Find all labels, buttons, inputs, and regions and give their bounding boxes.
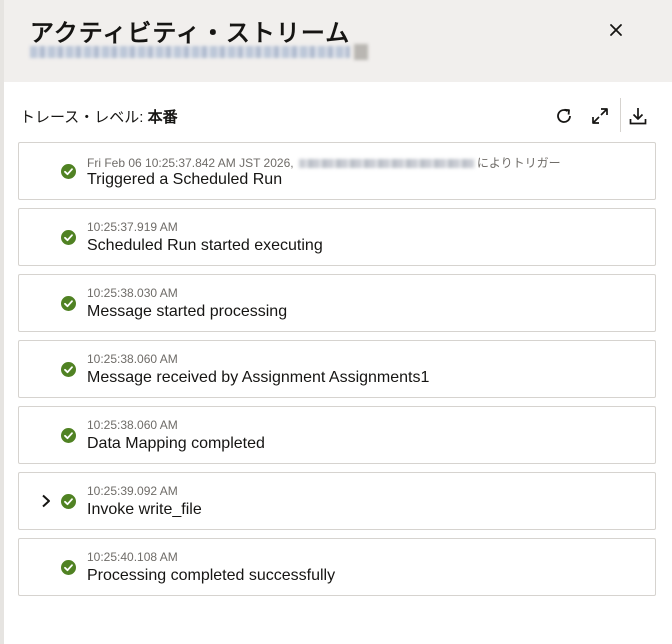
success-check-icon xyxy=(61,164,76,179)
activity-message: Message started processing xyxy=(87,303,288,320)
trace-level-value: 本番 xyxy=(147,109,178,126)
refresh-button[interactable] xyxy=(550,102,578,130)
activity-item: Fri Feb 06 10:25:37.842 AM JST 2026, により… xyxy=(18,142,656,200)
timestamp-text: 10:25:38.060 AM xyxy=(87,352,178,366)
trace-level-label: トレース・レベル: xyxy=(20,109,148,126)
download-icon xyxy=(629,108,647,125)
activity-timestamp: 10:25:39.092 AM xyxy=(87,484,178,498)
success-check-icon xyxy=(61,428,76,443)
expand-icon xyxy=(592,108,608,124)
timestamp-text: 10:25:38.060 AM xyxy=(87,418,178,432)
timestamp-text: 10:25:40.108 AM xyxy=(87,550,178,564)
success-check-icon xyxy=(61,362,76,377)
activity-timestamp: 10:25:38.030 AM xyxy=(87,286,178,300)
activity-item: 10:25:40.108 AM Processing completed succ… xyxy=(18,538,656,596)
activity-message: Message received by Assignment Assignmen… xyxy=(87,369,430,386)
timestamp-text: 10:25:37.919 AM xyxy=(87,220,178,234)
redacted-subtitle-icon xyxy=(354,44,368,60)
redacted-user xyxy=(298,159,475,169)
panel-header: アクティビティ・ストリーム xyxy=(4,0,672,82)
expand-chevron-button[interactable] xyxy=(39,493,53,509)
activity-message: Invoke write_file xyxy=(87,501,202,518)
activity-message: Triggered a Scheduled Run xyxy=(87,171,283,188)
close-icon xyxy=(610,24,622,36)
activity-item: 10:25:38.030 AM Message started processin… xyxy=(18,274,656,332)
chevron-right-icon xyxy=(42,494,50,508)
trace-level: トレース・レベル: 本番 xyxy=(20,106,178,127)
download-button[interactable] xyxy=(624,102,652,130)
success-check-icon xyxy=(61,230,76,245)
activity-message: Processing completed successfully xyxy=(87,567,336,584)
activity-timestamp: 10:25:38.060 AM xyxy=(87,418,178,432)
activity-timestamp: 10:25:38.060 AM xyxy=(87,352,178,366)
close-button[interactable] xyxy=(602,16,630,44)
activity-stream-panel: アクティビティ・ストリーム トレース・レベル: 本番 Fri Feb 06 10… xyxy=(4,0,672,644)
activity-message: Scheduled Run started executing xyxy=(87,237,323,254)
panel-title: アクティビティ・ストリーム xyxy=(30,20,351,47)
trigger-suffix: によりトリガー xyxy=(476,156,561,170)
timestamp-text: Fri Feb 06 10:25:37.842 AM JST 2026, xyxy=(87,156,297,170)
activity-item: 10:25:38.060 AM Data Mapping completed xyxy=(18,406,656,464)
activity-message: Data Mapping completed xyxy=(87,435,265,452)
timestamp-text: 10:25:39.092 AM xyxy=(87,484,178,498)
success-check-icon xyxy=(61,296,76,311)
redacted-subtitle xyxy=(30,46,350,58)
activity-item[interactable]: 10:25:39.092 AM Invoke write_file xyxy=(18,472,656,530)
activity-list: Fri Feb 06 10:25:37.842 AM JST 2026, により… xyxy=(18,142,656,604)
activity-timestamp: 10:25:40.108 AM xyxy=(87,550,178,564)
success-check-icon xyxy=(61,560,76,575)
activity-item: 10:25:38.060 AM Message received by Assig… xyxy=(18,340,656,398)
activity-timestamp: 10:25:37.919 AM xyxy=(87,220,178,234)
refresh-icon xyxy=(557,108,571,123)
activity-item: 10:25:37.919 AM Scheduled Run started exe… xyxy=(18,208,656,266)
expand-button[interactable] xyxy=(586,102,614,130)
activity-timestamp: Fri Feb 06 10:25:37.842 AM JST 2026, により… xyxy=(87,154,561,171)
success-check-icon xyxy=(61,494,76,509)
timestamp-text: 10:25:38.030 AM xyxy=(87,286,178,300)
toolbar-divider xyxy=(620,98,621,132)
